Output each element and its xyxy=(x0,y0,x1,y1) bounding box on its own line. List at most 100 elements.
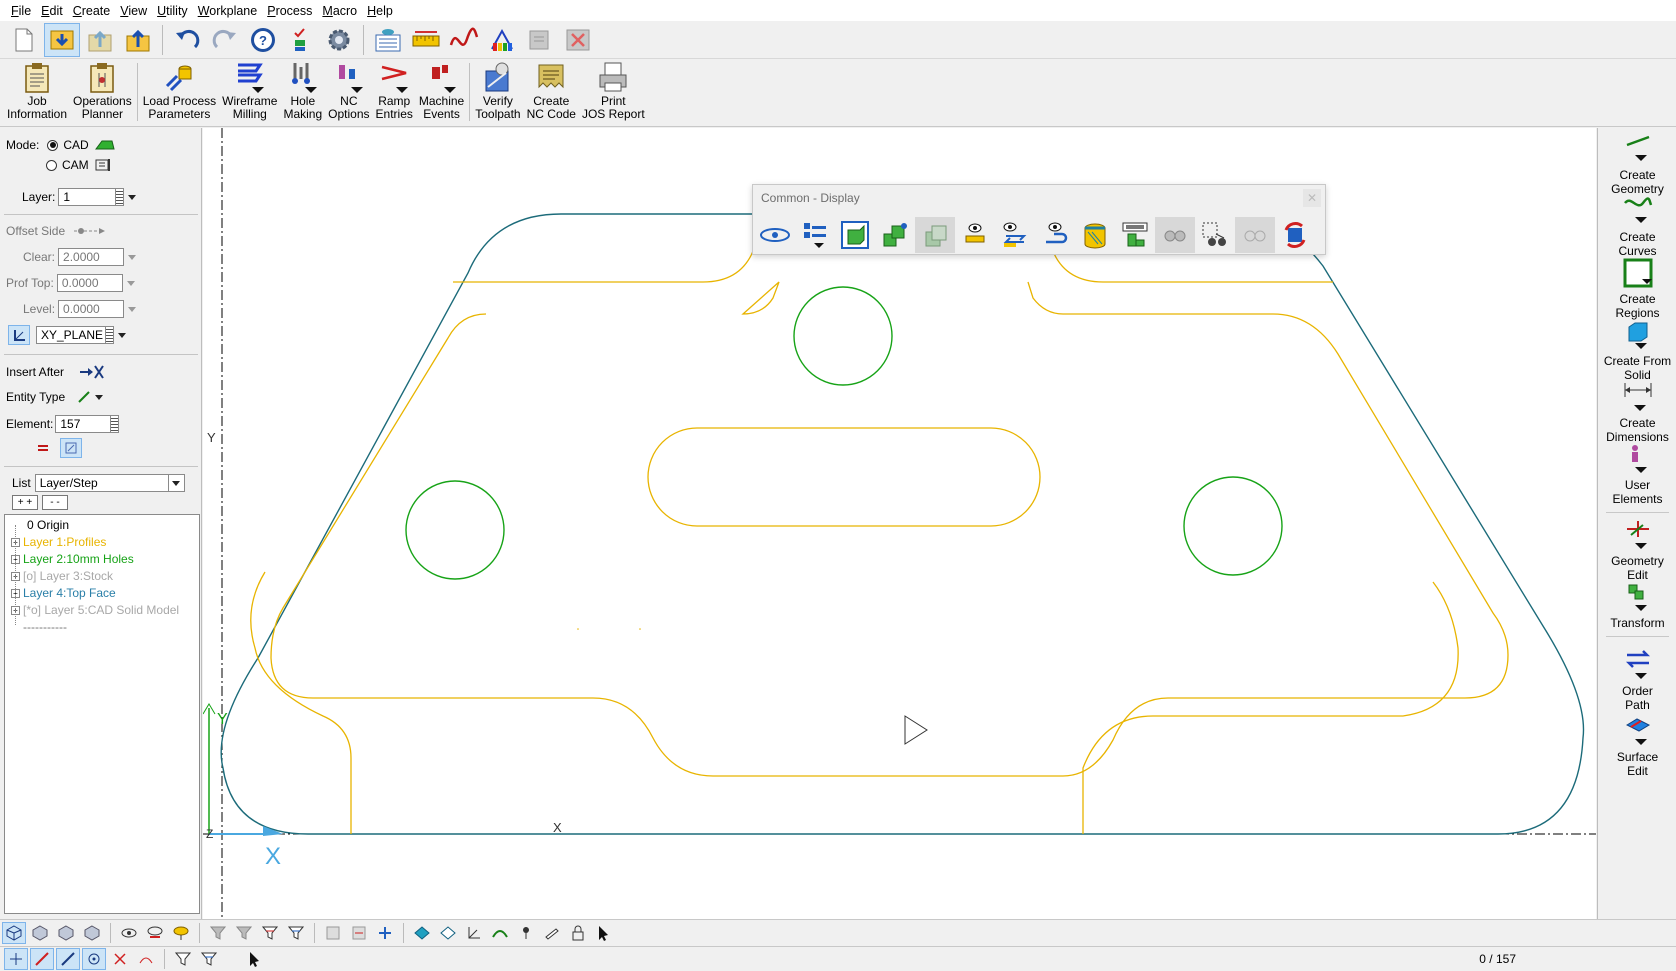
menu-help[interactable]: Help xyxy=(362,4,398,18)
menu-utility[interactable]: Utility xyxy=(152,4,193,18)
insert-after-icon[interactable] xyxy=(78,364,106,380)
tree-item-layer3[interactable]: + [o] Layer 3:Stock xyxy=(11,568,113,584)
lock-icon[interactable] xyxy=(566,922,590,944)
operations-planner-button[interactable]: Operations Planner xyxy=(70,59,135,125)
layer-field[interactable]: 1 xyxy=(58,188,117,206)
settings-gear-icon[interactable] xyxy=(321,23,357,57)
entity-line-icon[interactable] xyxy=(77,390,91,404)
layer-spinner[interactable] xyxy=(116,188,125,206)
snap-entity-icon[interactable] xyxy=(56,948,80,970)
plane-spinner[interactable] xyxy=(106,326,114,344)
print-jos-report-button[interactable]: Print JOS Report xyxy=(579,59,648,125)
iso-view-2-icon[interactable] xyxy=(28,922,52,944)
rotate-view-icon[interactable] xyxy=(410,922,434,944)
display-cycle-icon[interactable] xyxy=(755,217,795,253)
create-geometry-button[interactable]: Create Geometry xyxy=(1598,132,1676,196)
undo-visibility-icon[interactable] xyxy=(1035,217,1075,253)
spline-icon[interactable] xyxy=(488,922,512,944)
cursor-icon[interactable] xyxy=(243,948,267,970)
funnel-icon[interactable] xyxy=(206,922,230,944)
nc-options-button[interactable]: NC Options xyxy=(325,59,372,125)
disabled-tool-icon[interactable] xyxy=(522,23,558,57)
menu-create[interactable]: Create xyxy=(68,4,116,18)
menu-workplane[interactable]: Workplane xyxy=(193,4,263,18)
plane-field[interactable]: XY_PLANE xyxy=(36,326,106,344)
pan-view-icon[interactable] xyxy=(436,922,460,944)
filter-icon[interactable] xyxy=(117,922,141,944)
list-select[interactable]: Layer/Step xyxy=(34,474,185,492)
pin-icon[interactable] xyxy=(514,922,538,944)
eraser-icon[interactable] xyxy=(540,922,564,944)
tree-item-layer2[interactable]: + Layer 2:10mm Holes xyxy=(11,551,134,567)
multi-solid-icon[interactable] xyxy=(875,217,915,253)
clear-dropdown-icon[interactable] xyxy=(128,254,137,260)
snap-center-icon[interactable] xyxy=(82,948,106,970)
menu-file[interactable]: File xyxy=(6,4,36,18)
layer-dropdown-icon[interactable] xyxy=(128,194,137,200)
collapse-all-button[interactable]: - - xyxy=(42,495,68,510)
layer-tree-icon[interactable] xyxy=(795,217,835,253)
prof-top-field[interactable]: 0.0000 xyxy=(56,274,123,292)
hole-making-button[interactable]: Hole Making xyxy=(280,59,325,125)
surface-edit-button[interactable]: Surface Edit xyxy=(1598,714,1676,778)
prof-top-dropdown-icon[interactable] xyxy=(126,280,135,286)
snap-line-icon[interactable] xyxy=(30,948,54,970)
workplane-icon[interactable] xyxy=(8,325,30,345)
create-curves-button[interactable]: Create Curves xyxy=(1598,194,1676,258)
create-regions-button[interactable]: Create Regions xyxy=(1598,256,1676,320)
iso-view-icon[interactable] xyxy=(2,921,26,944)
tree-item-layer4[interactable]: + Layer 4:Top Face xyxy=(11,585,116,601)
create-dimensions-button[interactable]: Create Dimensions xyxy=(1598,380,1676,444)
cancel-icon[interactable] xyxy=(560,23,596,57)
undo-icon[interactable] xyxy=(169,23,205,57)
wireframe-milling-button[interactable]: Wireframe Milling xyxy=(219,59,280,125)
menu-macro[interactable]: Macro xyxy=(317,4,362,18)
expand-all-button[interactable]: + + xyxy=(12,495,38,510)
refresh-display-icon[interactable] xyxy=(1275,217,1315,253)
iso-view-4-icon[interactable] xyxy=(80,922,104,944)
axis-icon[interactable] xyxy=(462,922,486,944)
hidden-glasses-icon[interactable] xyxy=(1155,217,1195,253)
entity-type-dropdown-icon[interactable] xyxy=(95,394,104,400)
funnel-4-icon[interactable] xyxy=(284,922,308,944)
view-list-icon[interactable] xyxy=(370,23,406,57)
menu-view[interactable]: View xyxy=(115,4,152,18)
create-from-solid-button[interactable]: Create From Solid xyxy=(1598,318,1676,382)
measure-icon[interactable] xyxy=(408,23,444,57)
tree-item-layer5[interactable]: + [*o] Layer 5:CAD Solid Model xyxy=(11,602,179,618)
checklist-icon[interactable] xyxy=(283,23,319,57)
stock-cylinder-icon[interactable] xyxy=(1075,217,1115,253)
level-field[interactable]: 0.0000 xyxy=(58,300,125,318)
funnel-2-icon[interactable] xyxy=(232,922,256,944)
funnel-3-icon[interactable] xyxy=(258,922,282,944)
clear-field[interactable]: 2.0000 xyxy=(58,248,125,266)
help-icon[interactable]: ? xyxy=(245,23,281,57)
minus-icon[interactable] xyxy=(347,922,371,944)
swap-visibility-icon[interactable] xyxy=(995,217,1035,253)
select-filter-icon[interactable] xyxy=(171,948,195,970)
pointer-icon[interactable] xyxy=(592,922,616,944)
open-up-icon[interactable] xyxy=(82,23,118,57)
menu-edit[interactable]: Edit xyxy=(36,4,68,18)
transparent-solid-icon[interactable] xyxy=(915,217,955,253)
snap-grid-icon[interactable] xyxy=(4,948,28,970)
show-entity-icon[interactable] xyxy=(955,217,995,253)
tree-item-origin[interactable]: 0 Origin xyxy=(27,517,69,533)
new-file-icon[interactable] xyxy=(6,23,42,57)
snap-intersection-icon[interactable] xyxy=(108,948,132,970)
element-select-icon[interactable] xyxy=(60,438,82,458)
create-nc-code-button[interactable]: Create NC Code xyxy=(524,59,579,125)
save-icon[interactable] xyxy=(44,22,80,57)
load-process-parameters-button[interactable]: Load Process Parameters xyxy=(140,59,219,125)
menu-process[interactable]: Process xyxy=(262,4,317,18)
glasses-disabled-icon[interactable] xyxy=(1235,217,1275,253)
mode-cam-radio[interactable] xyxy=(46,159,57,171)
select-window-icon[interactable] xyxy=(1195,217,1235,253)
offset-side-icon[interactable] xyxy=(73,226,107,236)
filter-3-icon[interactable] xyxy=(169,922,193,944)
grid-icon[interactable] xyxy=(321,922,345,944)
snap-curve-icon[interactable] xyxy=(134,948,158,970)
select-filter-2-icon[interactable] xyxy=(197,948,221,970)
job-information-button[interactable]: Job Information xyxy=(4,59,70,125)
curve-icon[interactable] xyxy=(446,23,482,57)
